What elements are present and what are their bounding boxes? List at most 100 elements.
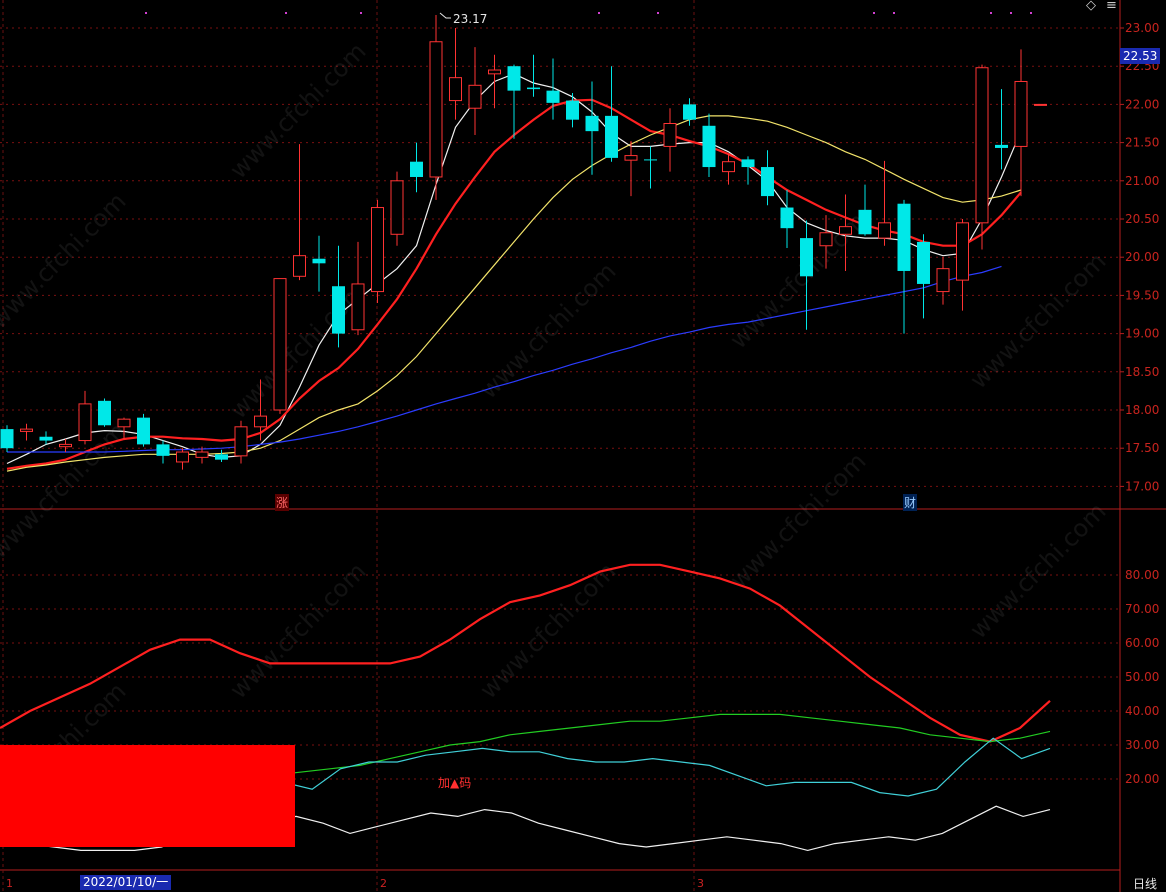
candle-body-up <box>371 207 384 293</box>
candle-body-up <box>390 180 404 235</box>
candle-body-down <box>312 258 326 264</box>
candle-body-up <box>449 77 462 102</box>
ma-yellow-line <box>6 115 1022 472</box>
watermark-text: www.cfchi.com <box>474 557 621 704</box>
signal-dot <box>657 12 659 14</box>
candle-body-up <box>351 283 365 331</box>
candle-body-up <box>429 41 443 178</box>
candle-body-down <box>917 241 930 284</box>
signal-dot <box>873 12 875 14</box>
signal-dot <box>893 12 895 14</box>
watermark-text: www.cfchi.com <box>964 247 1111 394</box>
price-tick-label: 22.00 <box>1125 97 1159 111</box>
candle-body-down <box>566 100 579 120</box>
signal-dot <box>1030 12 1032 14</box>
price-tick-label: 18.00 <box>1125 403 1159 417</box>
candle-body-down <box>644 159 657 161</box>
period-label[interactable]: 日线 <box>1133 875 1157 892</box>
watermark-text: www.cfchi.com <box>224 557 371 704</box>
candle-body-down <box>897 203 911 271</box>
price-tick-label: 19.50 <box>1125 288 1159 302</box>
candle-body-down <box>156 444 170 456</box>
chip-annotation: 加▲码 <box>438 776 472 790</box>
osc-tick-label: 50.00 <box>1125 670 1159 684</box>
candle-body-down <box>605 115 618 158</box>
candle-body-up <box>468 84 482 109</box>
menu-icon[interactable]: ≡ <box>1106 0 1117 13</box>
signal-dot <box>360 12 362 14</box>
candle-body-up <box>1034 103 1047 106</box>
signal-dot <box>145 12 147 14</box>
candle-body-down <box>995 144 1008 148</box>
candle-body-down <box>800 238 813 277</box>
candle-body-up <box>254 415 267 428</box>
signal-dot <box>285 12 287 14</box>
candle-body-down <box>585 115 599 132</box>
candle-body-up <box>59 443 72 448</box>
candle-body-up <box>117 418 131 428</box>
candle-body-down <box>761 167 774 197</box>
candle-body-down <box>702 125 716 168</box>
candle-body-down <box>858 209 872 235</box>
signal-dot <box>1010 12 1012 14</box>
watermark-text: www.cfchi.com <box>724 447 871 594</box>
event-marker-cai[interactable]: 财 <box>903 494 918 511</box>
candle-body-up <box>293 255 306 277</box>
candle-body-up <box>722 161 735 173</box>
high-price-label: 23.17 <box>453 12 488 26</box>
candle-body-up <box>176 451 189 463</box>
watermark-text: www.cfchi.com <box>224 37 371 184</box>
osc-tick-label: 70.00 <box>1125 602 1159 616</box>
price-tick-label: 20.00 <box>1125 250 1159 264</box>
candle-body-up <box>273 278 287 411</box>
candle-body-up <box>78 403 92 442</box>
candle-body-down <box>683 104 696 120</box>
candle-body-up <box>936 268 950 293</box>
ma-red-line <box>6 98 1022 470</box>
osc-tick-label: 40.00 <box>1125 704 1159 718</box>
osc-tick-label: 30.00 <box>1125 738 1159 752</box>
osc-tick-label: 20.00 <box>1125 772 1159 786</box>
candle-body-down <box>546 90 560 103</box>
watermark-text: www.cfchi.com <box>964 497 1111 644</box>
osc-tick-label: 80.00 <box>1125 568 1159 582</box>
signal-dot <box>990 12 992 14</box>
candle-body-down <box>215 454 228 460</box>
candle-body-down <box>39 436 53 441</box>
candle-body-down <box>741 159 755 168</box>
candle-body-down <box>98 400 111 426</box>
candle-body-down <box>137 417 150 445</box>
price-tick-label: 23.00 <box>1125 21 1159 35</box>
month-label: 2 <box>380 877 387 890</box>
candle-body-up <box>20 428 33 432</box>
month-label: 1 <box>6 877 13 890</box>
price-tick-label: 17.00 <box>1125 479 1159 493</box>
candle-body-down <box>410 161 423 177</box>
candle-body-up <box>663 123 677 147</box>
candle-body-up <box>624 155 638 161</box>
watermark-text: www.cfchi.com <box>0 187 131 334</box>
candle-body-up <box>195 451 209 458</box>
candle-body-down <box>332 286 345 334</box>
candle-body-up <box>878 222 891 239</box>
candle-body-up <box>1014 80 1028 147</box>
candle-body-up <box>234 426 248 457</box>
osc-tick-label: 60.00 <box>1125 636 1159 650</box>
price-tick-label: 21.50 <box>1125 136 1159 150</box>
red-overlay-box <box>0 745 295 847</box>
candle-body-down <box>0 429 14 449</box>
candle-body-down <box>507 66 521 91</box>
candle-body-down <box>527 87 540 90</box>
watermark-text: www.cfchi.com <box>474 257 621 404</box>
peak-pointer <box>439 12 451 19</box>
candle-body-up <box>956 222 969 281</box>
event-marker-zhang[interactable]: 涨 <box>275 494 290 511</box>
candle-body-up <box>975 67 989 224</box>
watermark-text: www.cfchi.com <box>224 277 371 424</box>
month-label: 3 <box>697 877 704 890</box>
price-tick-label: 19.00 <box>1125 327 1159 341</box>
diamond-icon[interactable]: ◇ <box>1086 0 1096 13</box>
cursor-date-label: 2022/01/10/一 <box>80 875 172 890</box>
candle-body-down <box>780 207 794 229</box>
current-price-badge: 22.53 <box>1120 48 1161 64</box>
